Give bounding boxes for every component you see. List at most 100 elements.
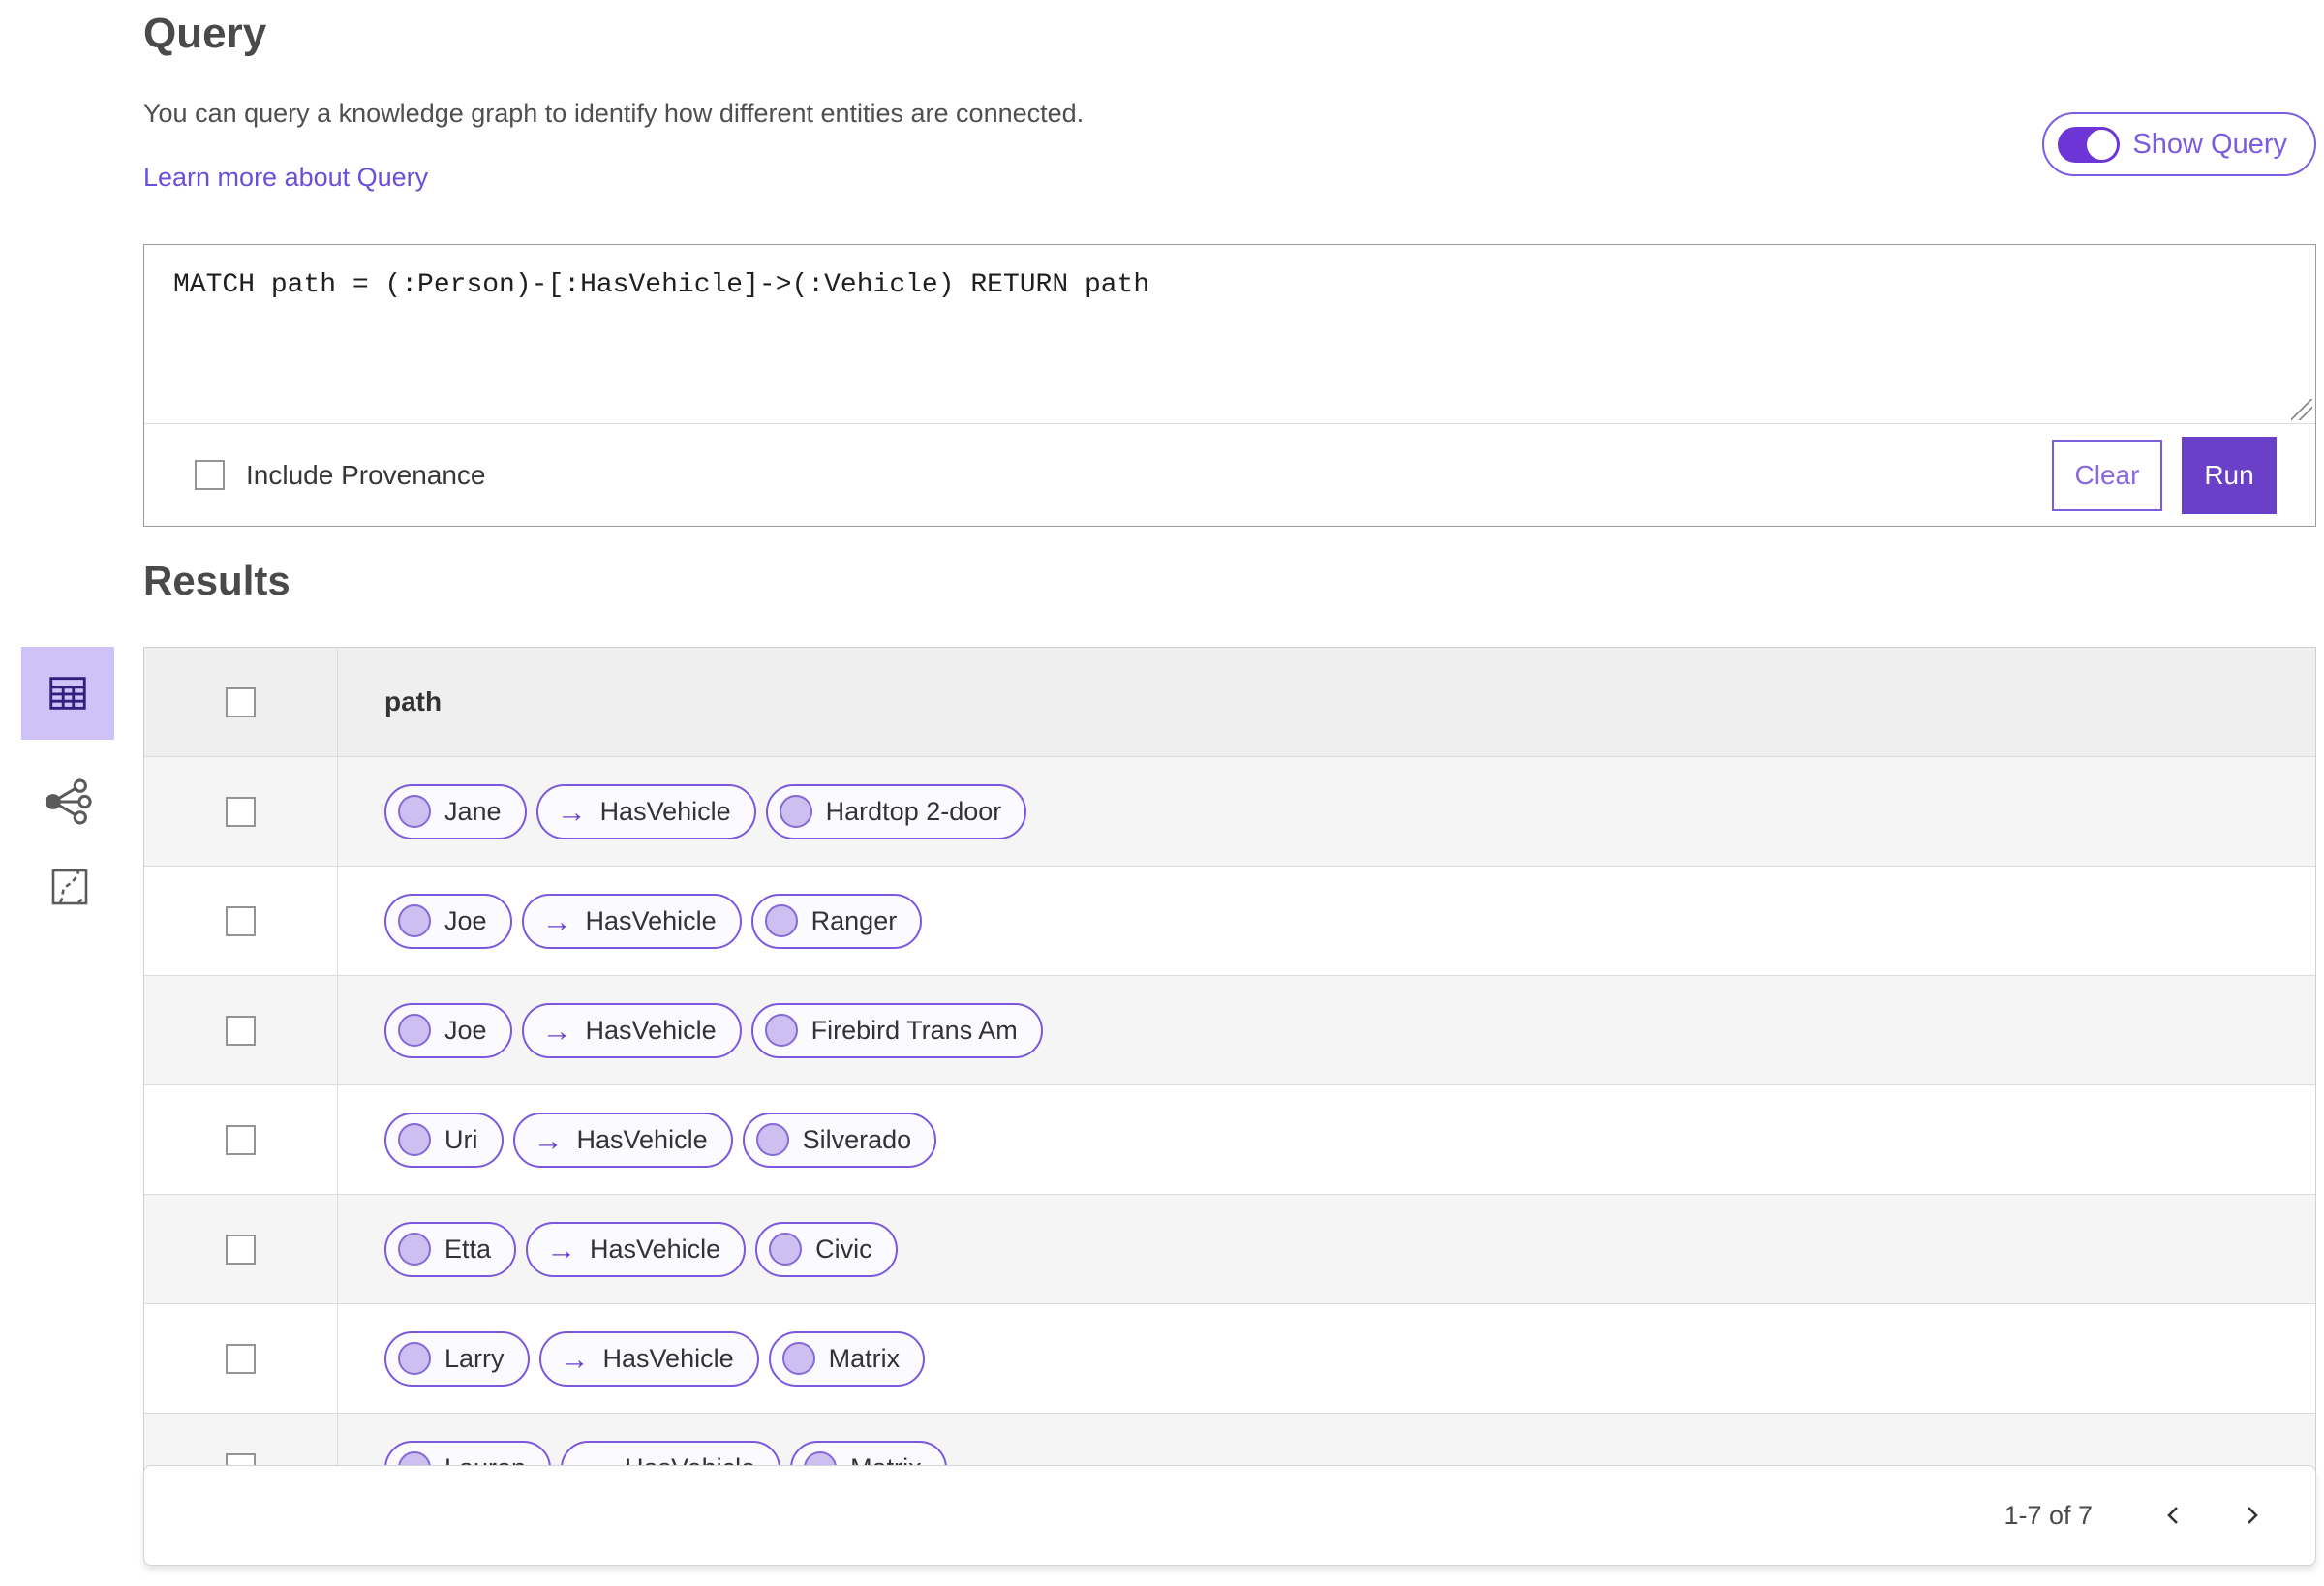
source-entity-label: Joe: [444, 1015, 487, 1045]
query-input[interactable]: MATCH path = (:Person)-[:HasVehicle]->(:…: [144, 245, 2315, 423]
run-button[interactable]: Run: [2182, 436, 2277, 514]
relationship-pill[interactable]: → HasVehicle: [512, 1112, 733, 1168]
target-entity-label: Civic: [815, 1234, 872, 1264]
link-chart-icon: [45, 778, 92, 825]
target-entity-pill[interactable]: Firebird Trans Am: [750, 1002, 1043, 1058]
row-checkbox-cell: [144, 867, 338, 975]
row-checkbox-cell: [144, 1085, 338, 1194]
target-entity-label: Matrix: [828, 1343, 901, 1373]
row-checkbox[interactable]: [226, 1124, 256, 1155]
select-all-checkbox[interactable]: [226, 686, 256, 717]
chevron-left-icon: [2167, 1507, 2178, 1524]
source-entity-label: Larry: [444, 1343, 505, 1373]
entity-node-icon: [755, 1123, 789, 1156]
target-entity-pill[interactable]: Ranger: [750, 893, 923, 949]
entity-node-icon: [398, 904, 431, 937]
clear-button[interactable]: Clear: [2052, 439, 2162, 511]
entity-node-icon: [398, 795, 431, 828]
arrow-right-icon: →: [559, 1341, 590, 1376]
query-description: You can query a knowledge graph to ident…: [143, 99, 1085, 128]
relationship-label: HasVehicle: [602, 1343, 734, 1373]
row-checkbox-cell: [144, 1304, 338, 1413]
table-header-row: path: [144, 648, 2315, 756]
relationship-label: HasVehicle: [585, 905, 717, 935]
row-checkbox[interactable]: [226, 1015, 256, 1046]
entity-node-icon: [764, 1014, 798, 1047]
arrow-right-icon: →: [533, 1122, 564, 1157]
source-entity-pill[interactable]: Joe: [384, 1002, 512, 1058]
row-checkbox-cell: [144, 976, 338, 1084]
learn-more-link[interactable]: Learn more about Query: [143, 163, 428, 193]
source-entity-pill[interactable]: Jane: [384, 783, 527, 839]
query-panel-footer: Include Provenance Clear Run: [144, 423, 2315, 526]
link-chart-view-button[interactable]: [35, 769, 101, 835]
page-title: Query: [143, 10, 267, 57]
chevron-right-icon: [2248, 1507, 2258, 1524]
arrow-right-icon: →: [556, 794, 587, 829]
source-entity-pill[interactable]: Larry: [384, 1330, 530, 1387]
resize-handle-icon[interactable]: [2291, 399, 2312, 420]
row-checkbox-cell: [144, 757, 338, 866]
map-view-button[interactable]: [41, 858, 99, 916]
table-view-button[interactable]: [21, 647, 114, 740]
entity-node-icon: [781, 1342, 815, 1375]
row-checkbox[interactable]: [226, 905, 256, 936]
entity-node-icon: [764, 904, 798, 937]
target-entity-pill[interactable]: Silverado: [742, 1112, 937, 1168]
row-checkbox[interactable]: [226, 796, 256, 827]
relationship-label: HasVehicle: [590, 1234, 721, 1264]
relationship-label: HasVehicle: [576, 1124, 708, 1154]
entity-node-icon: [398, 1233, 431, 1266]
relationship-pill[interactable]: → HasVehicle: [538, 1330, 759, 1387]
entity-node-icon: [398, 1014, 431, 1047]
target-entity-label: Hardtop 2-door: [825, 796, 1002, 826]
entity-node-icon: [398, 1123, 431, 1156]
table-row: Etta → HasVehicle Civic: [144, 1194, 2315, 1303]
pagination-bar: 1-7 of 7: [143, 1465, 2316, 1566]
map-icon: [51, 869, 88, 905]
toggle-knob: [2087, 129, 2118, 160]
path-cell: Etta → HasVehicle Civic: [338, 1195, 2315, 1303]
relationship-label: HasVehicle: [599, 796, 731, 826]
arrow-right-icon: →: [546, 1232, 577, 1266]
target-entity-pill[interactable]: Hardtop 2-door: [765, 783, 1027, 839]
target-entity-label: Firebird Trans Am: [810, 1015, 1018, 1045]
knowledge-graph-query-page: Query You can query a knowledge graph to…: [0, 0, 2324, 1586]
arrow-right-icon: →: [541, 903, 572, 938]
table-row: Joe → HasVehicle Firebird Trans Am: [144, 975, 2315, 1084]
prev-page-button[interactable]: [2143, 1484, 2205, 1546]
relationship-pill[interactable]: → HasVehicle: [521, 1002, 742, 1058]
table-row: Larry → HasVehicle Matrix: [144, 1303, 2315, 1413]
source-entity-pill[interactable]: Uri: [384, 1112, 504, 1168]
target-entity-label: Silverado: [802, 1124, 912, 1154]
pagination-range: 1-7 of 7: [2003, 1500, 2093, 1530]
target-entity-label: Ranger: [810, 905, 898, 935]
source-entity-label: Etta: [444, 1234, 492, 1264]
results-table: path Jane → HasVehicle Hardtop 2-door Jo…: [143, 647, 2316, 1523]
entity-node-icon: [779, 795, 812, 828]
results-table-body: Jane → HasVehicle Hardtop 2-door Joe → H…: [144, 756, 2315, 1522]
table-icon: [49, 677, 86, 710]
query-panel: MATCH path = (:Person)-[:HasVehicle]->(:…: [143, 244, 2316, 527]
table-row: Jane → HasVehicle Hardtop 2-door: [144, 756, 2315, 866]
source-entity-label: Jane: [444, 796, 502, 826]
path-cell: Uri → HasVehicle Silverado: [338, 1085, 2315, 1194]
source-entity-pill[interactable]: Etta: [384, 1221, 517, 1277]
target-entity-pill[interactable]: Matrix: [768, 1330, 926, 1387]
show-query-toggle[interactable]: Show Query: [2042, 112, 2316, 176]
relationship-pill[interactable]: → HasVehicle: [526, 1221, 747, 1277]
row-checkbox[interactable]: [226, 1234, 256, 1265]
results-title: Results: [143, 558, 290, 603]
relationship-pill[interactable]: → HasVehicle: [521, 893, 742, 949]
target-entity-pill[interactable]: Civic: [755, 1221, 898, 1277]
relationship-pill[interactable]: → HasVehicle: [535, 783, 756, 839]
next-page-button[interactable]: [2220, 1484, 2282, 1546]
entity-node-icon: [769, 1233, 803, 1266]
include-provenance-checkbox[interactable]: [195, 460, 225, 490]
path-cell: Joe → HasVehicle Firebird Trans Am: [338, 976, 2315, 1084]
select-all-cell: [144, 648, 338, 756]
source-entity-pill[interactable]: Joe: [384, 893, 512, 949]
path-cell: Joe → HasVehicle Ranger: [338, 867, 2315, 975]
row-checkbox-cell: [144, 1195, 338, 1303]
row-checkbox[interactable]: [226, 1343, 256, 1374]
